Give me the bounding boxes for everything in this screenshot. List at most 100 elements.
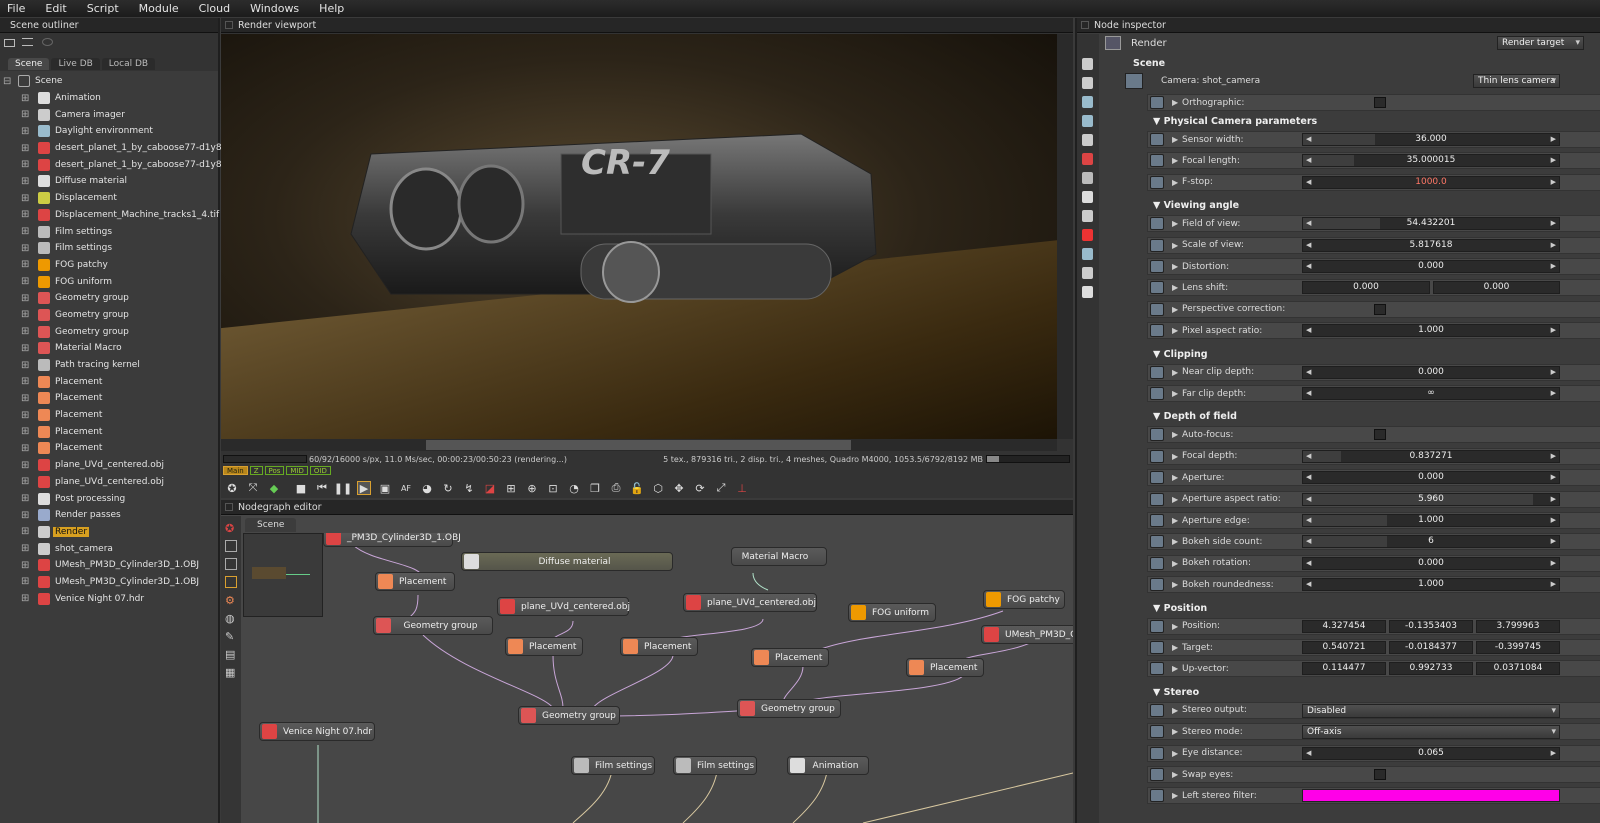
node-diffuse-material[interactable]: Diffuse material xyxy=(461,552,673,571)
tree-item[interactable]: ⊞ Camera imager xyxy=(0,106,218,123)
property-icon[interactable] xyxy=(1150,768,1164,781)
property-icon[interactable] xyxy=(1150,365,1164,379)
expand-toggle-icon[interactable]: ⊞ xyxy=(21,510,30,520)
image-icon[interactable] xyxy=(1082,58,1093,70)
lens-shift-y[interactable]: 0.000 xyxy=(1433,281,1560,295)
vector-field[interactable]: 0.992733 xyxy=(1389,662,1473,676)
property-slider[interactable]: ◀ 35.000015 ▶ xyxy=(1302,154,1560,168)
property-slider[interactable]: ◀ 5.817618 ▶ xyxy=(1302,238,1560,252)
tree-item[interactable]: ⊞ Material Macro xyxy=(0,340,218,357)
box-icon[interactable]: ⬡ xyxy=(651,481,665,495)
stop-icon[interactable]: ■ xyxy=(294,481,308,495)
property-slider[interactable]: ◀ ∞ ▶ xyxy=(1302,387,1560,400)
expand-toggle-icon[interactable]: ⊞ xyxy=(21,427,30,437)
viewport-hscroll[interactable] xyxy=(221,439,1057,451)
expand-toggle-icon[interactable]: ⊞ xyxy=(21,143,30,153)
move-icon[interactable]: ✥ xyxy=(672,481,686,495)
menu-script[interactable]: Script xyxy=(87,2,119,15)
tag-mid[interactable]: MID xyxy=(286,466,308,475)
expand-toggle-icon[interactable]: ⊞ xyxy=(21,260,30,270)
tree-root[interactable]: ⊟ Scene xyxy=(0,73,218,90)
tree-item[interactable]: ⊞ Render passes xyxy=(0,507,218,524)
property-icon[interactable] xyxy=(1150,556,1164,570)
property-slider[interactable]: ◀ 5.960 ▶ xyxy=(1302,492,1560,506)
zoom-region-icon[interactable]: ⊕ xyxy=(525,481,539,495)
property-icon[interactable] xyxy=(1150,492,1164,506)
property-icon[interactable] xyxy=(1150,471,1164,485)
node-fog-uniform[interactable]: FOG uniform xyxy=(848,603,936,622)
texture-icon[interactable] xyxy=(1082,153,1093,165)
node-film-settings[interactable]: Film settings xyxy=(673,756,757,775)
tab-local-db[interactable]: Local DB xyxy=(101,58,156,70)
fit-icon[interactable]: ⊡ xyxy=(546,481,560,495)
expand-toggle-icon[interactable]: ⊞ xyxy=(21,594,30,604)
float-icon[interactable] xyxy=(225,21,233,29)
node-film-settings[interactable]: Film settings xyxy=(571,756,655,775)
expand-toggle-icon[interactable]: ⊞ xyxy=(21,360,30,370)
grid-icon[interactable] xyxy=(225,558,237,570)
section-physical[interactable]: ▼ Physical Camera parameters xyxy=(1153,116,1317,127)
viewport-vscroll[interactable] xyxy=(1057,34,1073,439)
kernel-icon[interactable] xyxy=(1082,210,1093,222)
pause-icon[interactable]: ❚❚ xyxy=(334,481,352,495)
node-plane-uvd-centered-obj[interactable]: plane_UVd_centered.obj xyxy=(683,593,817,612)
property-slider[interactable]: ◀ 1.000 ▶ xyxy=(1302,578,1560,592)
menu-cloud[interactable]: Cloud xyxy=(199,2,230,15)
expand-toggle-icon[interactable]: ⊞ xyxy=(21,160,30,170)
nodegraph-tab-scene[interactable]: Scene xyxy=(245,518,297,532)
property-icon[interactable] xyxy=(1150,662,1164,676)
tree-item[interactable]: ⊞ Geometry group xyxy=(0,323,218,340)
tree-item[interactable]: ⊞ Placement xyxy=(0,373,218,390)
node-geometry-group[interactable]: Geometry group xyxy=(518,706,620,725)
expand-toggle-icon[interactable]: ⊞ xyxy=(21,310,30,320)
property-slider[interactable]: ◀ 6 ▶ xyxy=(1302,535,1560,549)
property-select[interactable]: Disabled xyxy=(1302,703,1560,718)
triangle-right-icon[interactable]: ▶ xyxy=(1172,622,1178,631)
minimap-icon[interactable] xyxy=(225,576,237,588)
property-icon[interactable] xyxy=(1150,387,1164,400)
tree-item[interactable]: ⊞ UMesh_PM3D_Cylinder3D_1.OBJ xyxy=(0,557,218,574)
expand-toggle-icon[interactable]: ⊞ xyxy=(21,293,30,303)
property-icon[interactable] xyxy=(1150,535,1164,549)
property-icon[interactable] xyxy=(1150,514,1164,527)
property-icon[interactable] xyxy=(1150,133,1164,146)
section-dof[interactable]: ▼ Depth of field xyxy=(1153,411,1237,422)
property-icon[interactable] xyxy=(1150,154,1164,168)
property-icon[interactable] xyxy=(1150,449,1164,463)
triangle-right-icon[interactable]: ▶ xyxy=(1172,516,1178,525)
expand-toggle-icon[interactable]: ⊞ xyxy=(21,410,30,420)
vector-field[interactable]: 0.114477 xyxy=(1302,662,1386,676)
expand-toggle-icon[interactable]: ⊞ xyxy=(21,477,30,487)
tree-item[interactable]: ⊞ plane_UVd_centered.obj xyxy=(0,474,218,491)
property-icon[interactable] xyxy=(1150,281,1164,295)
section-scene[interactable]: Scene xyxy=(1133,58,1165,69)
property-icon[interactable] xyxy=(1150,175,1164,189)
restart-icon[interactable]: ⏮ xyxy=(315,481,329,495)
autofocus-icon[interactable]: AF xyxy=(399,481,413,495)
property-icon[interactable] xyxy=(1150,428,1164,442)
property-slider[interactable]: ◀ 1.000 ▶ xyxy=(1302,324,1560,338)
imager-icon[interactable] xyxy=(1082,267,1093,279)
tree-item[interactable]: ⊞ Render xyxy=(0,524,218,541)
copy-icon[interactable]: ❐ xyxy=(588,481,602,495)
triangle-right-icon[interactable]: ▶ xyxy=(1172,664,1178,673)
property-slider[interactable]: ◀ 36.000 ▶ xyxy=(1302,133,1560,146)
render-image[interactable]: CR-7 xyxy=(221,34,1057,439)
triangle-right-icon[interactable]: ▶ xyxy=(1172,643,1178,652)
property-slider[interactable]: ◀ 54.432201 ▶ xyxy=(1302,217,1560,231)
expand-toggle-icon[interactable]: ⊞ xyxy=(21,243,30,253)
collapse-toggle-icon[interactable]: ⊟ xyxy=(3,76,12,86)
menu-help[interactable]: Help xyxy=(319,2,344,15)
tree-item[interactable]: ⊞ Animation xyxy=(0,90,218,107)
triangle-right-icon[interactable]: ▶ xyxy=(1172,156,1178,165)
expand-toggle-icon[interactable]: ⊞ xyxy=(21,110,30,120)
triangle-right-icon[interactable]: ▶ xyxy=(1172,241,1178,250)
property-icon[interactable] xyxy=(1150,302,1164,316)
tree-item[interactable]: ⊞ UMesh_PM3D_Cylinder3D_1.OBJ xyxy=(0,574,218,591)
property-icon[interactable] xyxy=(1150,789,1164,803)
hscroll-thumb[interactable] xyxy=(426,440,851,450)
tree-item[interactable]: ⊞ Placement xyxy=(0,390,218,407)
expand-toggle-icon[interactable]: ⊞ xyxy=(21,126,30,136)
vector-field[interactable]: -0.1353403 xyxy=(1389,619,1473,633)
tree-item[interactable]: ⊞ Displacement xyxy=(0,190,218,207)
